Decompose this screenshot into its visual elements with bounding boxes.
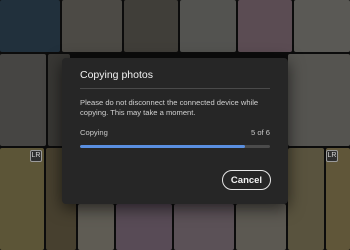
dialog-message: Please do not disconnect the connected d… bbox=[80, 98, 259, 117]
copy-progress-dialog: Copying photos Please do not disconnect … bbox=[62, 58, 288, 204]
progress-count: 5 of 6 bbox=[251, 128, 270, 137]
progress-label: Copying bbox=[80, 128, 108, 137]
progress-bar-fill bbox=[80, 145, 246, 148]
lr-badge-icon: LR bbox=[30, 150, 42, 162]
cancel-button[interactable]: Cancel bbox=[222, 170, 271, 190]
lr-badge-icon: LR bbox=[326, 150, 338, 162]
title-divider bbox=[80, 88, 270, 89]
progress-bar bbox=[80, 145, 270, 148]
dialog-title: Copying photos bbox=[80, 69, 153, 81]
